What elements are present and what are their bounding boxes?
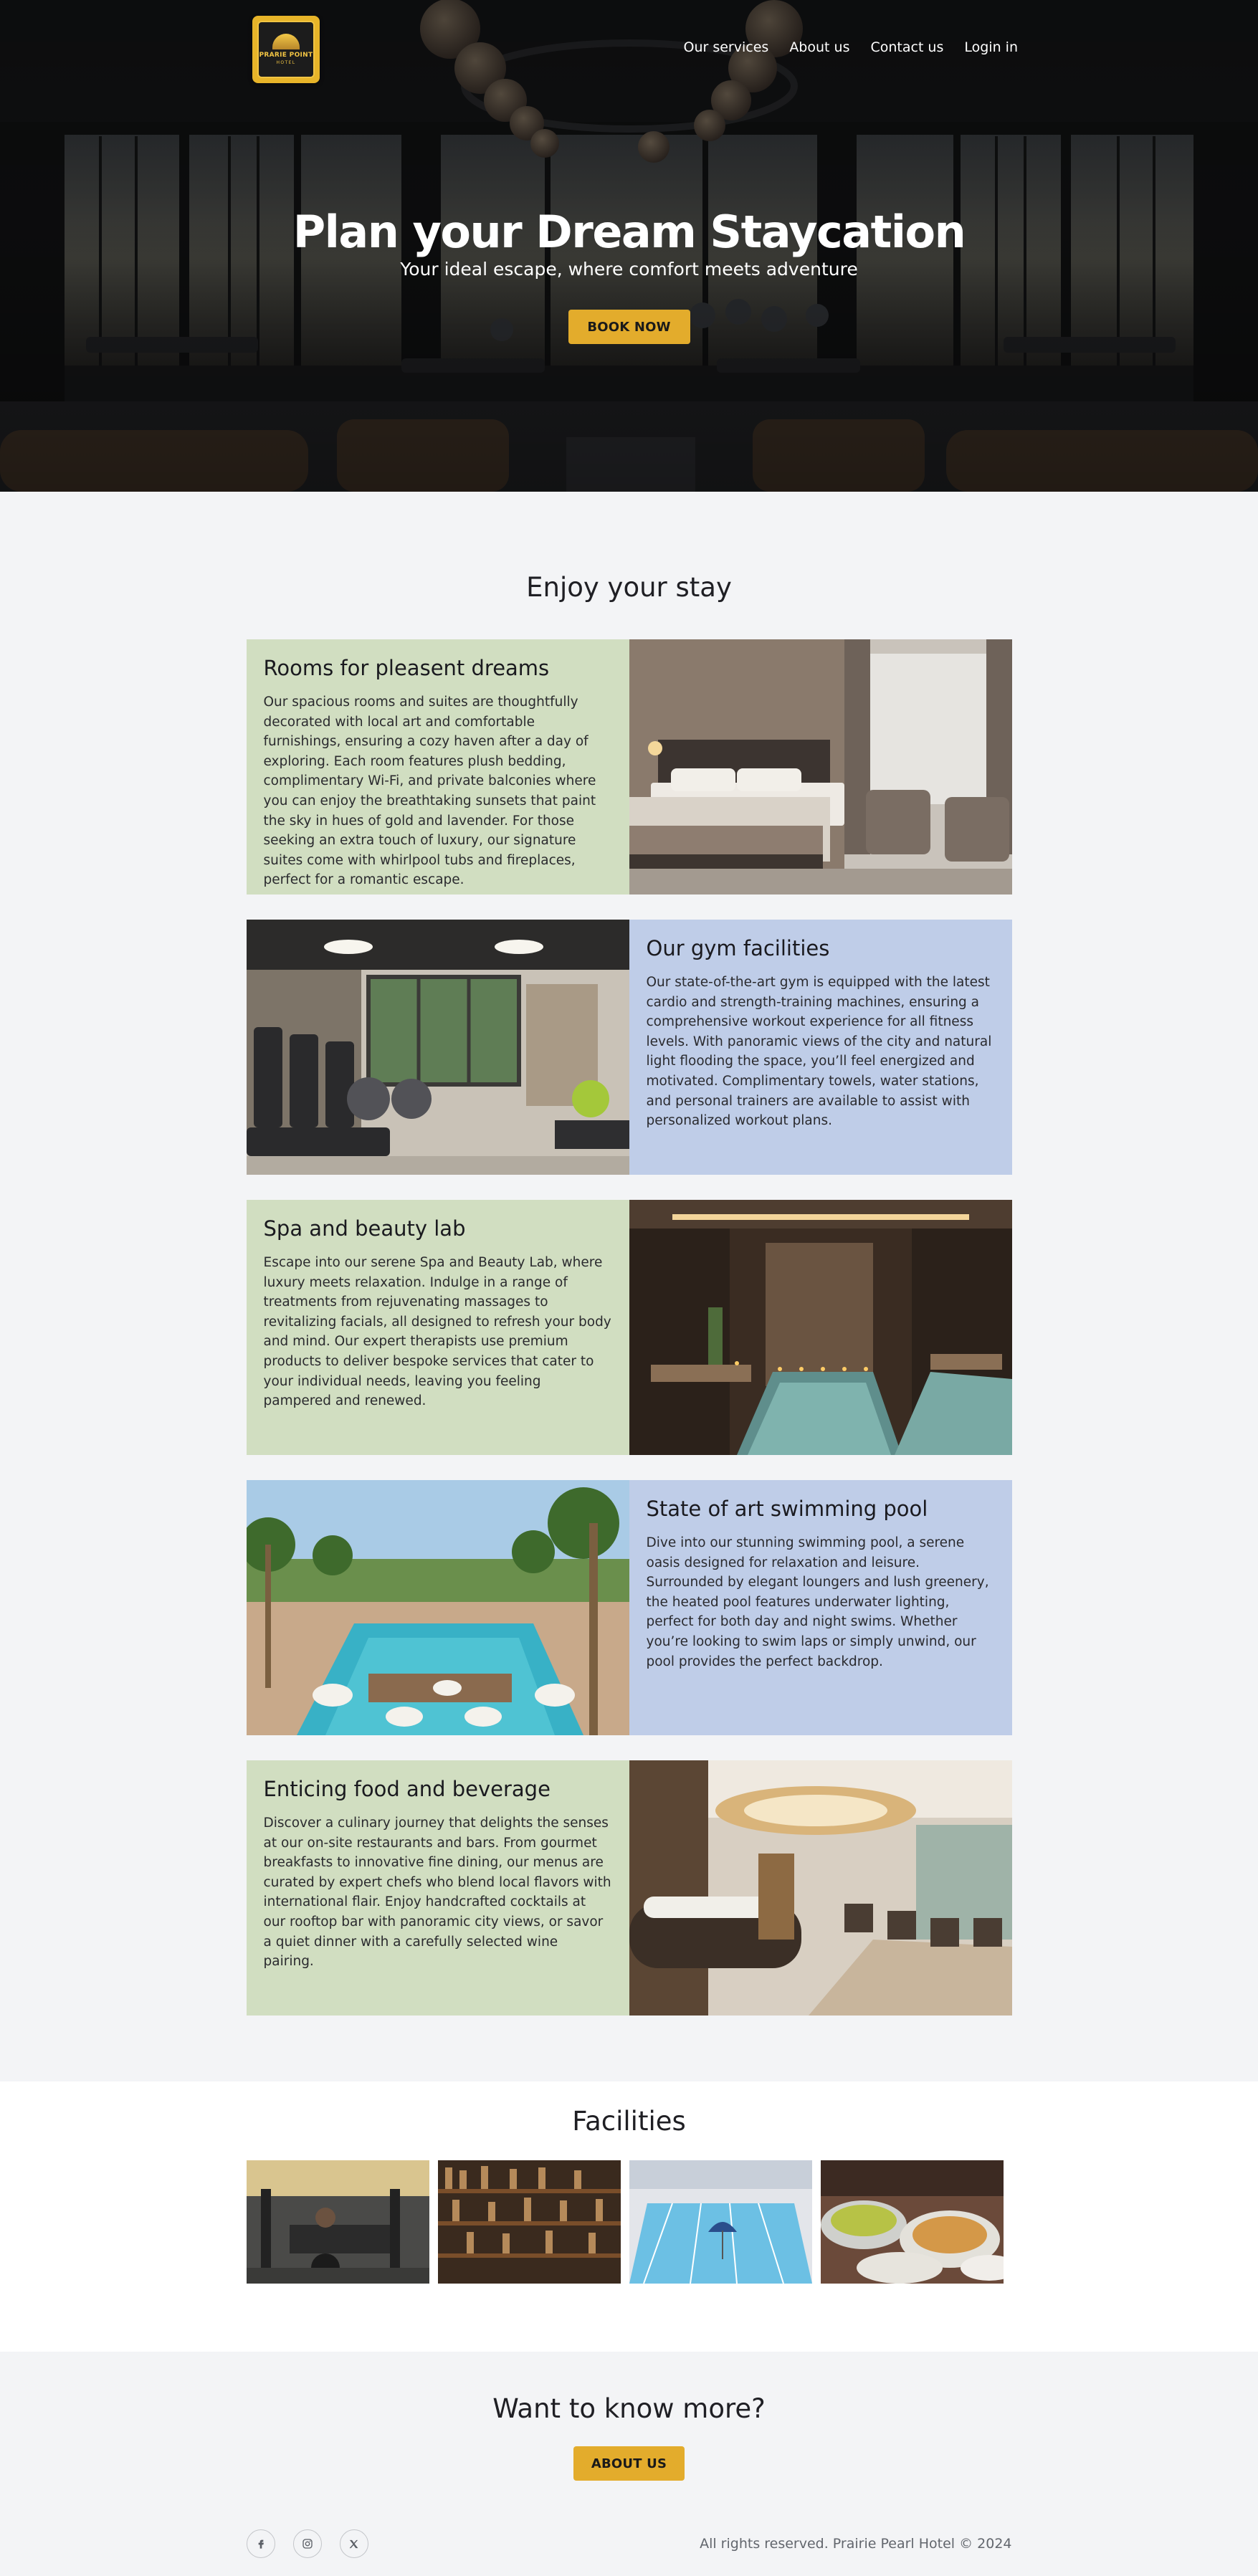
hotel-logo[interactable]: PRARIE POINT HOTEL (252, 16, 320, 83)
enjoy-your-stay-section: Enjoy your stay Rooms for pleasent dream… (0, 492, 1258, 2081)
nav-links: Our services About us Contact us Login i… (684, 39, 1019, 55)
bar-shelves-photo[interactable] (437, 2160, 621, 2284)
facebook-icon[interactable] (246, 2529, 275, 2558)
hero-content: Plan your Dream Staycation Your ideal es… (0, 204, 1258, 344)
logo-name: PRARIE POINT (259, 52, 313, 59)
about-us-button[interactable]: ABOUT US (573, 2446, 685, 2481)
feature-title: Rooms for pleasent dreams (263, 656, 550, 680)
hotel-bedroom-photo (629, 639, 1012, 895)
lap-pool-photo[interactable] (629, 2160, 812, 2284)
nav-link-about-us[interactable]: About us (789, 39, 849, 55)
feature-title: Our gym facilities (646, 936, 830, 960)
feature-food: Enticing food and beverage Discover a cu… (246, 1760, 1012, 2016)
feature-description: Dive into our stunning swimming pool, a … (646, 1535, 989, 1669)
weights-gym-photo[interactable] (246, 2160, 429, 2284)
feature-pool: State of art swimming pool Dive into our… (246, 1480, 1012, 1735)
stay-section-title: Enjoy your stay (526, 572, 732, 603)
outdoor-pool-photo (246, 1480, 629, 1735)
feature-title: Spa and beauty lab (263, 1216, 466, 1241)
feature-description: Escape into our serene Spa and Beauty La… (263, 1255, 611, 1409)
feature-text-panel: Enticing food and beverage Discover a cu… (246, 1760, 629, 2016)
nav-link-our-services[interactable]: Our services (684, 39, 769, 55)
book-now-button[interactable]: BOOK NOW (568, 310, 690, 344)
gym-photo (246, 920, 629, 1175)
feature-rooms: Rooms for pleasent dreams Our spacious r… (246, 639, 1012, 895)
copyright-text: All rights reserved. Prairie Pearl Hotel… (700, 2536, 1012, 2552)
feature-title: Enticing food and beverage (263, 1777, 551, 1801)
logo-dome-icon (272, 34, 300, 49)
spa-pool-photo (629, 1200, 1012, 1455)
logo-emblem: PRARIE POINT HOTEL (257, 21, 315, 78)
feature-text-panel: Our gym facilities Our state-of-the-art … (629, 920, 1012, 1175)
hero-section: PRARIE POINT HOTEL Our services About us… (0, 0, 1258, 492)
feature-text-panel: Spa and beauty lab Escape into our seren… (246, 1200, 629, 1455)
feature-gym: Our gym facilities Our state-of-the-art … (246, 920, 1012, 1175)
feature-description: Discover a culinary journey that delight… (263, 1816, 611, 1970)
restaurant-photo (629, 1760, 1012, 2016)
footer: All rights reserved. Prairie Pearl Hotel… (246, 2529, 1012, 2559)
facilities-gallery (246, 2160, 1012, 2284)
hero-subtitle: Your ideal escape, where comfort meets a… (400, 259, 858, 280)
facilities-title: Facilities (572, 2106, 686, 2137)
nav-link-login[interactable]: Login in (964, 39, 1018, 55)
cta-section: Want to know more? ABOUT US All rights r… (0, 2352, 1258, 2576)
instagram-icon[interactable] (292, 2529, 322, 2558)
feature-title: State of art swimming pool (646, 1497, 928, 1521)
navbar: PRARIE POINT HOTEL Our services About us… (252, 16, 1018, 85)
features-list: Rooms for pleasent dreams Our spacious r… (246, 639, 1012, 2016)
feature-text-panel: Rooms for pleasent dreams Our spacious r… (246, 639, 629, 895)
facilities-section: Facilities (0, 2081, 1258, 2352)
x-icon[interactable] (339, 2529, 368, 2558)
feature-text-panel: State of art swimming pool Dive into our… (629, 1480, 1012, 1735)
feature-spa: Spa and beauty lab Escape into our seren… (246, 1200, 1012, 1455)
social-links (246, 2529, 368, 2558)
cta-title: Want to know more? (492, 2393, 766, 2424)
hero-title: Plan your Dream Staycation (292, 206, 966, 258)
nav-link-contact-us[interactable]: Contact us (870, 39, 943, 55)
feature-description: Our spacious rooms and suites are though… (263, 695, 596, 888)
feature-description: Our state-of-the-art gym is equipped wit… (646, 975, 992, 1129)
logo-subtitle: HOTEL (276, 60, 296, 65)
buffet-food-photo[interactable] (820, 2160, 1004, 2284)
cta-content: Want to know more? ABOUT US (0, 2390, 1258, 2481)
